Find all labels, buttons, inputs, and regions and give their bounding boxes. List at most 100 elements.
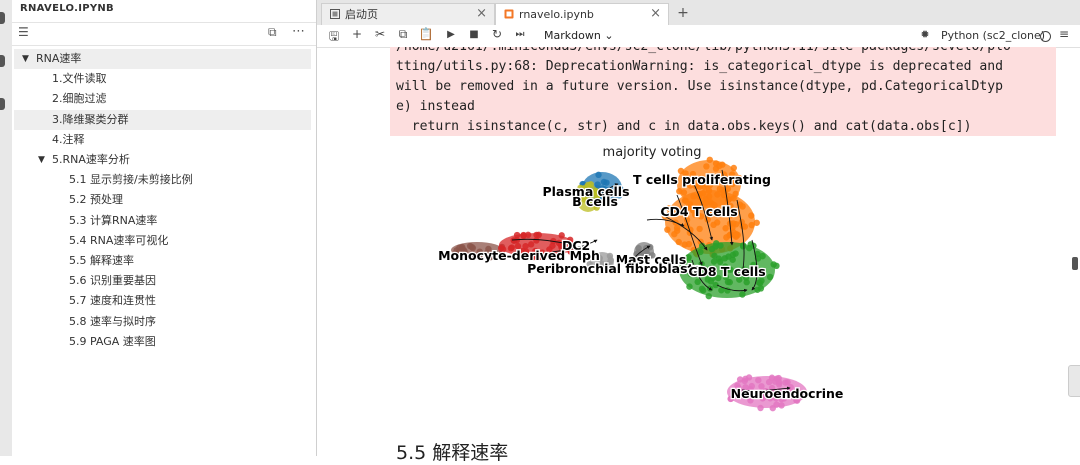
cell-point	[722, 225, 729, 232]
cell-point	[769, 404, 776, 412]
run-icon[interactable]: ▶	[443, 29, 459, 40]
cluster-labels: T cells proliferatingPlasma cellsB cells…	[437, 171, 845, 403]
toc-item[interactable]: 5.8 速率与拟时序	[14, 312, 311, 332]
launcher-icon	[330, 9, 340, 19]
cell-point	[533, 231, 540, 239]
cell-point	[741, 223, 749, 230]
cell-point	[713, 219, 721, 226]
toc-item-label: 5.2 预处理	[69, 193, 123, 207]
main-area: 启动页 × rnavelo.ipynb × + 🖫 + ✂ ⧉ 📋 ▶ ■ ↻ …	[317, 0, 1080, 464]
cell-type-select[interactable]: Markdown ⌄	[544, 29, 614, 42]
toc-item[interactable]: 5.3 计算RNA速率	[14, 211, 311, 231]
toc-item-label: RNA速率	[36, 52, 82, 65]
toc-item-label: 5.9 PAGA 速率图	[69, 334, 156, 348]
tab-launcher[interactable]: 启动页 ×	[321, 3, 495, 25]
side-panel-handle[interactable]	[1068, 365, 1080, 397]
stderr-line: tting/utils.py:68: DeprecationWarning: i…	[396, 59, 1003, 74]
activity-marker[interactable]	[0, 98, 5, 110]
toc-item[interactable]: 2.细胞过滤	[14, 89, 311, 109]
more-icon[interactable]: ⋯	[292, 24, 305, 39]
tab-notebook[interactable]: rnavelo.ipynb ×	[495, 3, 669, 26]
restart-icon[interactable]: ↻	[489, 27, 505, 41]
close-icon[interactable]: ×	[476, 4, 487, 24]
chart-title: majority voting	[603, 145, 702, 160]
sidebar-title: RNAVELO.IPYNB	[20, 3, 114, 14]
cell-point	[664, 226, 671, 233]
toc-item[interactable]: 5.4 RNA速率可视化	[14, 231, 311, 251]
cluster-label: CD4 T cells	[660, 204, 737, 219]
stderr-line: return isinstance(c, str) and c in data.…	[396, 119, 972, 134]
cell-point	[703, 163, 710, 170]
toc-item-label: 5.1 显示剪接/未剪接比例	[69, 173, 193, 187]
toc-item[interactable]: 5.2 预处理	[14, 190, 311, 210]
toc-item-label: 5.5 解释速率	[69, 254, 134, 267]
toc-item[interactable]: 5.5 解释速率	[14, 251, 311, 271]
cell-point	[717, 242, 724, 249]
more-icon[interactable]: ≡	[1059, 27, 1069, 41]
fast-forward-icon[interactable]: ⏭	[512, 29, 528, 40]
cell-point	[698, 285, 706, 293]
toc-item-label: 5.3 计算RNA速率	[69, 213, 158, 227]
stderr-line: /home/u2161/.miniconda3/envs/sc2_clone/l…	[396, 47, 1011, 54]
activity-marker[interactable]	[0, 55, 5, 67]
stderr-output: /home/u2161/.miniconda3/envs/sc2_clone/l…	[390, 47, 1056, 136]
add-tab-button[interactable]: +	[673, 3, 693, 23]
toc-item[interactable]: 3.降维聚类分群	[14, 109, 311, 130]
cell-point	[705, 292, 712, 300]
collapse-all-icon[interactable]: ⧉	[268, 25, 277, 40]
kernel-name[interactable]: Python (sc2_clone)	[941, 29, 1045, 42]
cluster-label: Neuroendocrine	[731, 386, 844, 401]
cell-point	[754, 286, 761, 293]
toc-item[interactable]: 5.7 速度和连贯性	[14, 291, 311, 311]
stderr-line: e) instead	[396, 99, 475, 114]
cell-point	[705, 187, 713, 194]
cell-point	[734, 231, 741, 239]
toc-item[interactable]: 4.注释	[14, 130, 311, 150]
toc-item[interactable]: ▼ 5.RNA速率分析	[14, 150, 311, 170]
caret-down-icon[interactable]: ▼	[22, 49, 29, 69]
cell-point	[696, 225, 703, 233]
cell-point	[778, 402, 785, 409]
cell-point	[694, 278, 701, 286]
markdown-heading: 5.5 解释速率	[396, 442, 509, 464]
cell-point	[721, 255, 729, 262]
toc-item-label: 5.8 速率与拟时序	[69, 314, 156, 328]
cell-point	[671, 230, 678, 238]
save-icon[interactable]: 🖫	[326, 27, 342, 48]
cut-icon[interactable]: ✂	[372, 27, 388, 41]
cell-point	[782, 379, 789, 386]
cell-point	[527, 241, 535, 248]
stop-icon[interactable]: ■	[466, 29, 482, 40]
scrollbar-thumb[interactable]	[1072, 257, 1078, 270]
toc-item[interactable]: 5.1 显示剪接/未剪接比例	[14, 170, 311, 190]
cluster-label: T cells proliferating	[633, 172, 771, 187]
list-icon[interactable]: ☰	[18, 25, 29, 39]
cell-point	[775, 379, 783, 386]
cell-point	[739, 291, 746, 298]
stderr-line: will be removed in a future version. Use…	[396, 79, 1003, 94]
bug-icon[interactable]: ✹	[917, 28, 933, 41]
add-cell-icon[interactable]: +	[349, 27, 365, 41]
toc-sidebar: RNAVELO.IPYNB ☰ ⧉ ⋯ ▼ RNA速率 1.文件读取 2.细胞过滤 3.…	[12, 0, 317, 456]
close-icon[interactable]: ×	[650, 4, 661, 24]
toc-item[interactable]: 5.6 识别重要基因	[14, 271, 311, 291]
toc-item[interactable]: 5.9 PAGA 速率图	[14, 332, 311, 352]
stderr-text: /home/u2161/.miniconda3/envs/sc2_clone/l…	[396, 47, 1011, 136]
toc-item-label: 3.降维聚类分群	[52, 112, 129, 126]
cell-point	[773, 262, 780, 270]
cell-point	[759, 252, 766, 260]
cell-point	[680, 189, 688, 196]
cell-point	[524, 231, 532, 239]
cell-point	[748, 212, 755, 219]
activity-marker[interactable]	[0, 12, 5, 24]
cell-point	[755, 376, 762, 384]
toc-item-label: 2.细胞过滤	[52, 92, 107, 106]
paste-icon[interactable]: 📋	[418, 27, 434, 41]
cell-point	[706, 156, 713, 163]
cell-point	[739, 242, 747, 249]
caret-down-icon[interactable]: ▼	[38, 150, 45, 170]
copy-icon[interactable]: ⧉	[395, 27, 411, 42]
toc-item[interactable]: ▼ RNA速率	[14, 49, 311, 69]
toc-item[interactable]: 1.文件读取	[14, 69, 311, 89]
tab-bar: 启动页 × rnavelo.ipynb × +	[317, 0, 1080, 26]
